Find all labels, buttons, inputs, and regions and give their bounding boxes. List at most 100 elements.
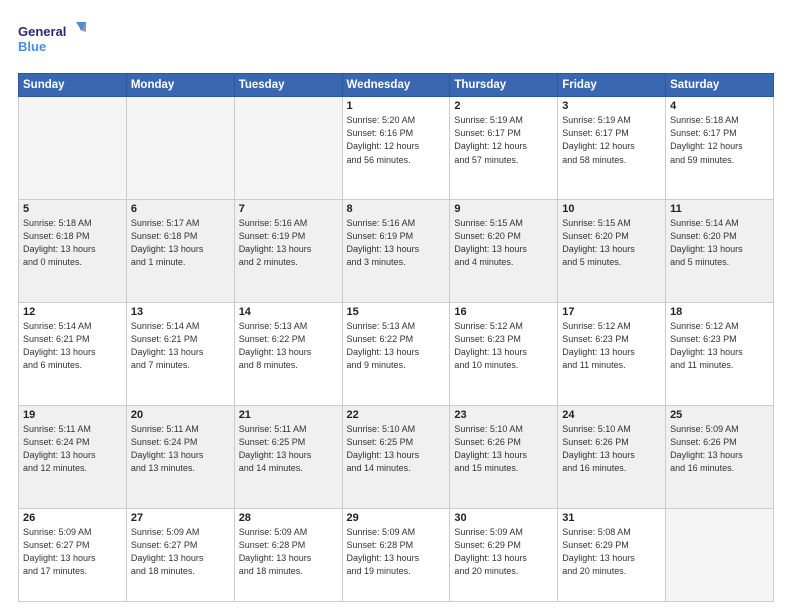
- calendar-cell: [666, 508, 774, 601]
- day-number: 2: [454, 100, 553, 112]
- calendar-cell: 10Sunrise: 5:15 AM Sunset: 6:20 PM Dayli…: [558, 200, 666, 303]
- day-info: Sunrise: 5:15 AM Sunset: 6:20 PM Dayligh…: [454, 217, 553, 269]
- day-number: 17: [562, 306, 661, 318]
- day-info: Sunrise: 5:10 AM Sunset: 6:26 PM Dayligh…: [454, 423, 553, 475]
- day-info: Sunrise: 5:09 AM Sunset: 6:28 PM Dayligh…: [347, 526, 446, 578]
- calendar-cell: [19, 97, 127, 200]
- day-info: Sunrise: 5:08 AM Sunset: 6:29 PM Dayligh…: [562, 526, 661, 578]
- calendar-cell: 31 Sunrise: 5:08 AM Sunset: 6:29 PM Dayli…: [558, 508, 666, 601]
- calendar-cell: 21 Sunrise: 5:11 AM Sunset: 6:25 PM Dayli…: [234, 405, 342, 508]
- day-number: 6: [131, 203, 230, 215]
- day-number: 5: [23, 203, 122, 215]
- day-number: 19: [23, 409, 122, 421]
- day-info: Sunrise: 5:15 AM Sunset: 6:20 PM Dayligh…: [562, 217, 661, 269]
- calendar-cell: [126, 97, 234, 200]
- day-info: Sunrise: 5:10 AM Sunset: 6:26 PM Dayligh…: [562, 423, 661, 475]
- day-number: 31: [562, 512, 661, 524]
- weekday-thursday: Thursday: [450, 74, 558, 97]
- day-number: 7: [239, 203, 338, 215]
- day-number: 25: [670, 409, 769, 421]
- day-number: 24: [562, 409, 661, 421]
- day-info: Sunrise: 5:09 AM Sunset: 6:27 PM Dayligh…: [131, 526, 230, 578]
- calendar-cell: 13 Sunrise: 5:14 AM Sunset: 6:21 PM Dayli…: [126, 302, 234, 405]
- day-number: 29: [347, 512, 446, 524]
- calendar-cell: 26 Sunrise: 5:09 AM Sunset: 6:27 PM Dayli…: [19, 508, 127, 601]
- calendar-cell: 23Sunrise: 5:10 AM Sunset: 6:26 PM Dayli…: [450, 405, 558, 508]
- day-info: Sunrise: 5:09 AM Sunset: 6:29 PM Dayligh…: [454, 526, 553, 578]
- calendar-cell: 29 Sunrise: 5:09 AM Sunset: 6:28 PM Dayli…: [342, 508, 450, 601]
- day-info: Sunrise: 5:10 AM Sunset: 6:25 PM Dayligh…: [347, 423, 446, 475]
- day-number: 8: [347, 203, 446, 215]
- header: General Blue: [18, 18, 774, 63]
- svg-text:General: General: [18, 24, 66, 39]
- day-number: 18: [670, 306, 769, 318]
- day-info: Sunrise: 5:16 AM Sunset: 6:19 PM Dayligh…: [347, 217, 446, 269]
- day-number: 26: [23, 512, 122, 524]
- calendar-cell: 11 Sunrise: 5:14 AM Sunset: 6:20 PM Dayli…: [666, 200, 774, 303]
- svg-text:Blue: Blue: [18, 39, 46, 54]
- day-info: Sunrise: 5:12 AM Sunset: 6:23 PM Dayligh…: [562, 320, 661, 372]
- calendar-cell: 24 Sunrise: 5:10 AM Sunset: 6:26 PM Dayli…: [558, 405, 666, 508]
- calendar-cell: 6Sunrise: 5:17 AM Sunset: 6:18 PM Daylig…: [126, 200, 234, 303]
- calendar-table: SundayMondayTuesdayWednesdayThursdayFrid…: [18, 73, 774, 602]
- calendar-cell: 1 Sunrise: 5:20 AM Sunset: 6:16 PM Daylig…: [342, 97, 450, 200]
- day-info: Sunrise: 5:19 AM Sunset: 6:17 PM Dayligh…: [562, 114, 661, 166]
- calendar-cell: 5 Sunrise: 5:18 AM Sunset: 6:18 PM Daylig…: [19, 200, 127, 303]
- day-number: 14: [239, 306, 338, 318]
- calendar-week-row: 12 Sunrise: 5:14 AM Sunset: 6:21 PM Dayli…: [19, 302, 774, 405]
- day-number: 13: [131, 306, 230, 318]
- day-number: 15: [347, 306, 446, 318]
- day-info: Sunrise: 5:09 AM Sunset: 6:26 PM Dayligh…: [670, 423, 769, 475]
- day-info: Sunrise: 5:09 AM Sunset: 6:27 PM Dayligh…: [23, 526, 122, 578]
- day-info: Sunrise: 5:11 AM Sunset: 6:24 PM Dayligh…: [23, 423, 122, 475]
- day-number: 21: [239, 409, 338, 421]
- weekday-sunday: Sunday: [19, 74, 127, 97]
- page: General Blue SundayMondayTuesdayWednesda…: [0, 0, 792, 612]
- weekday-monday: Monday: [126, 74, 234, 97]
- day-info: Sunrise: 5:14 AM Sunset: 6:20 PM Dayligh…: [670, 217, 769, 269]
- weekday-tuesday: Tuesday: [234, 74, 342, 97]
- weekday-header-row: SundayMondayTuesdayWednesdayThursdayFrid…: [19, 74, 774, 97]
- day-info: Sunrise: 5:12 AM Sunset: 6:23 PM Dayligh…: [670, 320, 769, 372]
- day-info: Sunrise: 5:16 AM Sunset: 6:19 PM Dayligh…: [239, 217, 338, 269]
- calendar-cell: 3Sunrise: 5:19 AM Sunset: 6:17 PM Daylig…: [558, 97, 666, 200]
- calendar-cell: 16 Sunrise: 5:12 AM Sunset: 6:23 PM Dayli…: [450, 302, 558, 405]
- calendar-cell: 19 Sunrise: 5:11 AM Sunset: 6:24 PM Dayli…: [19, 405, 127, 508]
- day-info: Sunrise: 5:13 AM Sunset: 6:22 PM Dayligh…: [239, 320, 338, 372]
- calendar-week-row: 26 Sunrise: 5:09 AM Sunset: 6:27 PM Dayli…: [19, 508, 774, 601]
- day-info: Sunrise: 5:14 AM Sunset: 6:21 PM Dayligh…: [23, 320, 122, 372]
- calendar-cell: 17 Sunrise: 5:12 AM Sunset: 6:23 PM Dayli…: [558, 302, 666, 405]
- day-number: 4: [670, 100, 769, 112]
- day-number: 20: [131, 409, 230, 421]
- day-info: Sunrise: 5:11 AM Sunset: 6:25 PM Dayligh…: [239, 423, 338, 475]
- day-number: 1: [347, 100, 446, 112]
- day-number: 27: [131, 512, 230, 524]
- calendar-cell: [234, 97, 342, 200]
- day-number: 11: [670, 203, 769, 215]
- calendar-week-row: 19 Sunrise: 5:11 AM Sunset: 6:24 PM Dayli…: [19, 405, 774, 508]
- day-info: Sunrise: 5:12 AM Sunset: 6:23 PM Dayligh…: [454, 320, 553, 372]
- logo-svg: General Blue: [18, 18, 88, 58]
- calendar-cell: 12 Sunrise: 5:14 AM Sunset: 6:21 PM Dayli…: [19, 302, 127, 405]
- day-info: Sunrise: 5:19 AM Sunset: 6:17 PM Dayligh…: [454, 114, 553, 166]
- day-number: 30: [454, 512, 553, 524]
- calendar-cell: 20Sunrise: 5:11 AM Sunset: 6:24 PM Dayli…: [126, 405, 234, 508]
- day-info: Sunrise: 5:13 AM Sunset: 6:22 PM Dayligh…: [347, 320, 446, 372]
- calendar-cell: 4 Sunrise: 5:18 AM Sunset: 6:17 PM Daylig…: [666, 97, 774, 200]
- logo: General Blue: [18, 18, 88, 63]
- day-info: Sunrise: 5:20 AM Sunset: 6:16 PM Dayligh…: [347, 114, 446, 166]
- day-info: Sunrise: 5:09 AM Sunset: 6:28 PM Dayligh…: [239, 526, 338, 578]
- logo-wordmark: General Blue: [18, 18, 88, 63]
- day-info: Sunrise: 5:18 AM Sunset: 6:17 PM Dayligh…: [670, 114, 769, 166]
- day-info: Sunrise: 5:18 AM Sunset: 6:18 PM Dayligh…: [23, 217, 122, 269]
- calendar-cell: 8 Sunrise: 5:16 AM Sunset: 6:19 PM Daylig…: [342, 200, 450, 303]
- calendar-week-row: 1 Sunrise: 5:20 AM Sunset: 6:16 PM Daylig…: [19, 97, 774, 200]
- calendar-week-row: 5 Sunrise: 5:18 AM Sunset: 6:18 PM Daylig…: [19, 200, 774, 303]
- day-info: Sunrise: 5:14 AM Sunset: 6:21 PM Dayligh…: [131, 320, 230, 372]
- calendar-cell: 30 Sunrise: 5:09 AM Sunset: 6:29 PM Dayli…: [450, 508, 558, 601]
- calendar-cell: 15 Sunrise: 5:13 AM Sunset: 6:22 PM Dayli…: [342, 302, 450, 405]
- day-number: 16: [454, 306, 553, 318]
- weekday-wednesday: Wednesday: [342, 74, 450, 97]
- day-number: 12: [23, 306, 122, 318]
- calendar-cell: 22Sunrise: 5:10 AM Sunset: 6:25 PM Dayli…: [342, 405, 450, 508]
